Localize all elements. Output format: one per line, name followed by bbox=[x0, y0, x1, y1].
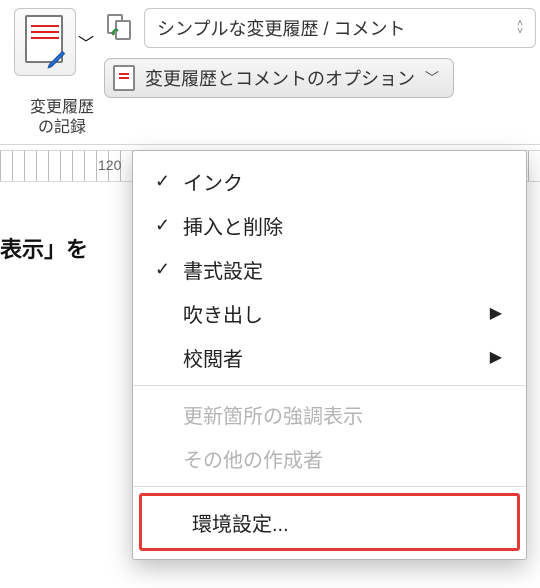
chevron-down-icon: ﹀ bbox=[425, 68, 439, 88]
options-dropdown-menu: ✓インク ✓挿入と削除 ✓書式設定 吹き出し▶ 校閲者▶ 更新箇所の強調表示 そ… bbox=[132, 150, 527, 560]
check-icon: ✓ bbox=[155, 259, 183, 280]
menu-item-highlight-updates: 更新箇所の強調表示 bbox=[133, 392, 526, 436]
menu-item-balloons[interactable]: 吹き出し▶ bbox=[133, 291, 526, 335]
track-changes-label: 変更履歴 の記録 bbox=[14, 98, 110, 138]
track-changes-options-button[interactable]: 変更履歴とコメントのオプション ﹀ bbox=[104, 58, 454, 98]
check-icon: ✓ bbox=[155, 171, 183, 192]
menu-item-preferences[interactable]: 環境設定... bbox=[142, 496, 517, 548]
stepper-icon: ˄˅ bbox=[517, 20, 523, 36]
submenu-arrow-icon: ▶ bbox=[490, 303, 502, 323]
options-button-label: 変更履歴とコメントのオプション bbox=[145, 65, 415, 91]
chevron-down-icon[interactable]: ﹀ bbox=[78, 30, 94, 54]
track-changes-button[interactable] bbox=[14, 8, 76, 76]
ruler-tick: 120 bbox=[98, 157, 121, 173]
menu-item-ink[interactable]: ✓インク bbox=[133, 159, 526, 203]
display-mode-value: シンプルな変更履歴 / コメント bbox=[157, 15, 405, 41]
document-icon bbox=[113, 65, 135, 91]
highlight-annotation: 環境設定... bbox=[139, 493, 520, 551]
display-mode-dropdown[interactable]: シンプルな変更履歴 / コメント ˄˅ bbox=[144, 8, 536, 48]
menu-item-formatting[interactable]: ✓書式設定 bbox=[133, 247, 526, 291]
menu-separator bbox=[133, 385, 526, 386]
menu-item-reviewers[interactable]: 校閲者▶ bbox=[133, 335, 526, 379]
menu-item-insert-delete[interactable]: ✓挿入と削除 bbox=[133, 203, 526, 247]
track-changes-icon bbox=[21, 13, 69, 69]
reviewing-pane-icon[interactable] bbox=[104, 11, 138, 45]
review-toolbar: ﹀ 変更履歴 の記録 シンプルな変更履歴 / コメント ˄˅ 変更履歴とコメント… bbox=[0, 0, 540, 145]
submenu-arrow-icon: ▶ bbox=[490, 347, 502, 367]
menu-item-other-authors: その他の作成者 bbox=[133, 436, 526, 480]
check-icon: ✓ bbox=[155, 215, 183, 236]
document-text: 表示」を bbox=[0, 232, 88, 264]
menu-separator bbox=[133, 486, 526, 487]
